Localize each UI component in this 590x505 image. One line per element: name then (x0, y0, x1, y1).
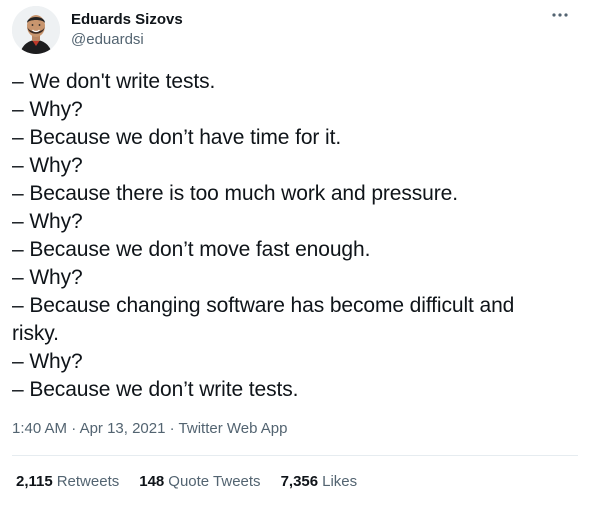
quote-tweets-label: Quote Tweets (168, 473, 261, 490)
tweet-line: risky. (12, 322, 59, 345)
quote-tweets-stat-link[interactable]: 148 Quote Tweets (139, 472, 260, 492)
tweet-line: – We don't write tests. (12, 70, 216, 93)
likes-stat-link[interactable]: 7,356 Likes (281, 472, 358, 492)
tweet-date-link[interactable]: Apr 13, 2021 (80, 420, 166, 437)
meta-separator: · (67, 420, 80, 437)
author-display-name[interactable]: Eduards Sizovs (71, 10, 183, 30)
tweet-line: – Why? (12, 350, 83, 373)
retweets-count: 2,115 (16, 473, 53, 490)
author-names: Eduards Sizovs @eduardsi (71, 10, 183, 50)
ellipsis-icon (552, 13, 568, 17)
meta-separator: · (165, 420, 179, 437)
tweet-source-link[interactable]: Twitter Web App (179, 420, 288, 437)
tweet-line: – Why? (12, 154, 83, 177)
retweets-label: Retweets (56, 473, 120, 490)
tweet-line: – Because we don’t have time for it. (12, 126, 342, 149)
tweet-line: – Because there is too much work and pre… (12, 182, 458, 205)
likes-label: Likes (322, 473, 358, 490)
tweet-card: Eduards Sizovs @eduardsi – We don't writ… (0, 0, 590, 505)
avatar[interactable] (12, 6, 60, 54)
tweet-header: Eduards Sizovs @eduardsi (12, 6, 183, 54)
tweet-line: – Because we don’t move fast enough. (12, 238, 371, 261)
tweet-time-link[interactable]: 1:40 AM (12, 420, 67, 437)
user-avatar-icon (12, 6, 60, 54)
tweet-line: – Why? (12, 266, 83, 289)
more-options-button[interactable] (550, 6, 570, 24)
tweet-text: – We don't write tests. – Why? – Because… (12, 68, 572, 404)
author-handle[interactable]: @eduardsi (71, 30, 183, 50)
likes-count: 7,356 (280, 473, 319, 490)
tweet-line: – Why? (12, 98, 83, 121)
tweet-meta: 1:40 AM · Apr 13, 2021 · Twitter Web App (12, 419, 287, 439)
tweet-line: – Because we don’t write tests. (12, 378, 299, 401)
retweets-stat-link[interactable]: 2,115 Retweets (16, 472, 119, 492)
quote-tweets-count: 148 (139, 473, 165, 490)
tweet-stats: 2,115 Retweets 148 Quote Tweets 7,356 Likes (16, 472, 377, 492)
stats-divider (12, 455, 578, 456)
tweet-line: – Why? (12, 210, 83, 233)
tweet-line: – Because changing software has become d… (12, 294, 515, 317)
